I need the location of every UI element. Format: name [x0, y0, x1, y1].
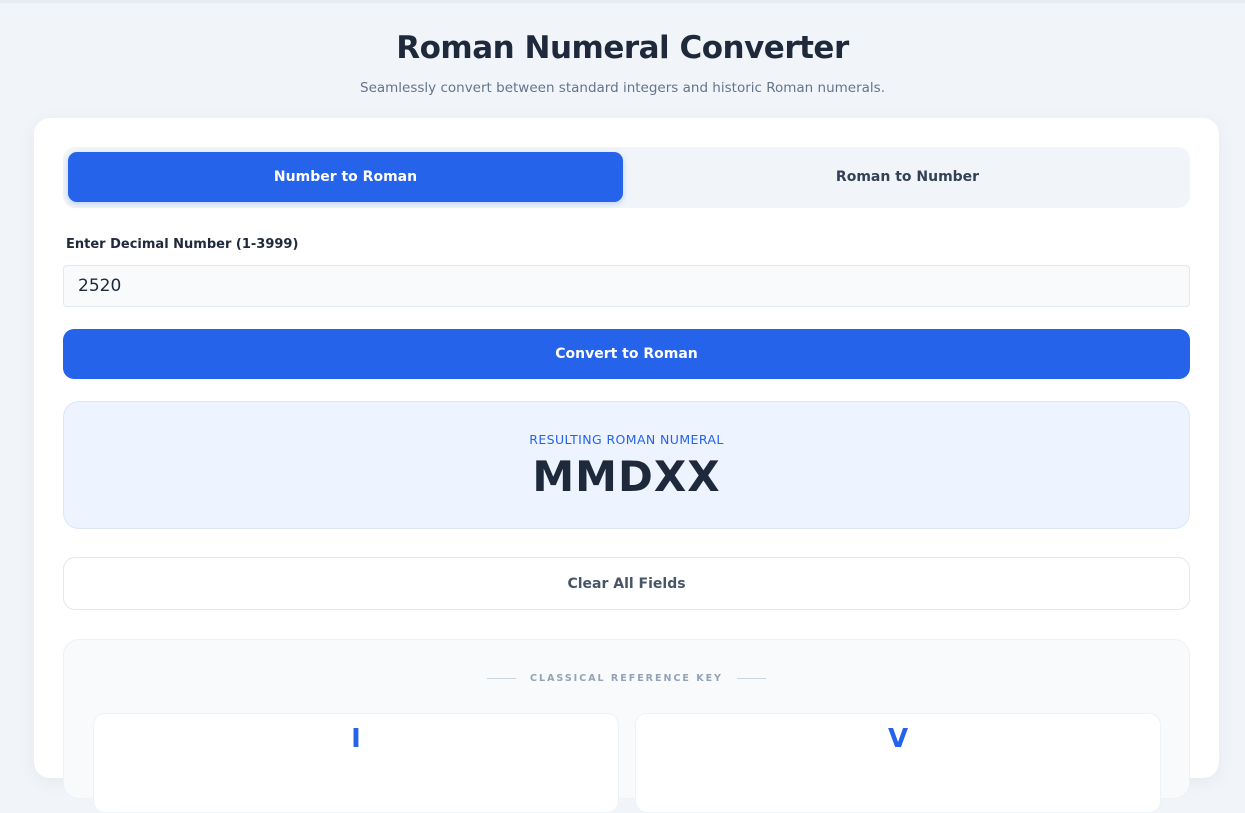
top-divider [0, 0, 1245, 3]
clear-all-fields-button[interactable]: Clear All Fields [63, 557, 1190, 610]
decimal-input-label: Enter Decimal Number (1-3999) [66, 237, 299, 252]
page-subtitle: Seamlessly convert between standard inte… [360, 80, 885, 96]
result-panel: RESULTING ROMAN NUMERAL MMDXX [63, 401, 1190, 529]
tab-roman-to-number[interactable]: Roman to Number [630, 152, 1185, 202]
reference-tile: V [635, 713, 1161, 813]
reference-symbol: I [351, 724, 361, 754]
reference-tile: I [93, 713, 619, 813]
reference-heading: CLASSICAL REFERENCE KEY [64, 673, 1189, 684]
reference-key-panel: CLASSICAL REFERENCE KEY I V [63, 639, 1190, 813]
tab-number-to-roman[interactable]: Number to Roman [68, 152, 623, 202]
reference-symbol: V [887, 724, 909, 754]
page-header: Roman Numeral Converter Seamlessly conve… [0, 30, 1245, 96]
decimal-number-input[interactable] [63, 265, 1190, 307]
convert-to-roman-button[interactable]: Convert to Roman [63, 329, 1190, 379]
result-label: RESULTING ROMAN NUMERAL [529, 432, 724, 447]
result-value: MMDXX [532, 452, 721, 501]
converter-card: Number to Roman Roman to Number Enter De… [34, 118, 1219, 813]
reference-title: CLASSICAL REFERENCE KEY [530, 673, 723, 684]
heading-divider-right [736, 678, 766, 679]
heading-divider-left [487, 678, 517, 679]
page-title: Roman Numeral Converter [396, 30, 849, 66]
mode-tabs: Number to Roman Roman to Number [63, 147, 1190, 208]
